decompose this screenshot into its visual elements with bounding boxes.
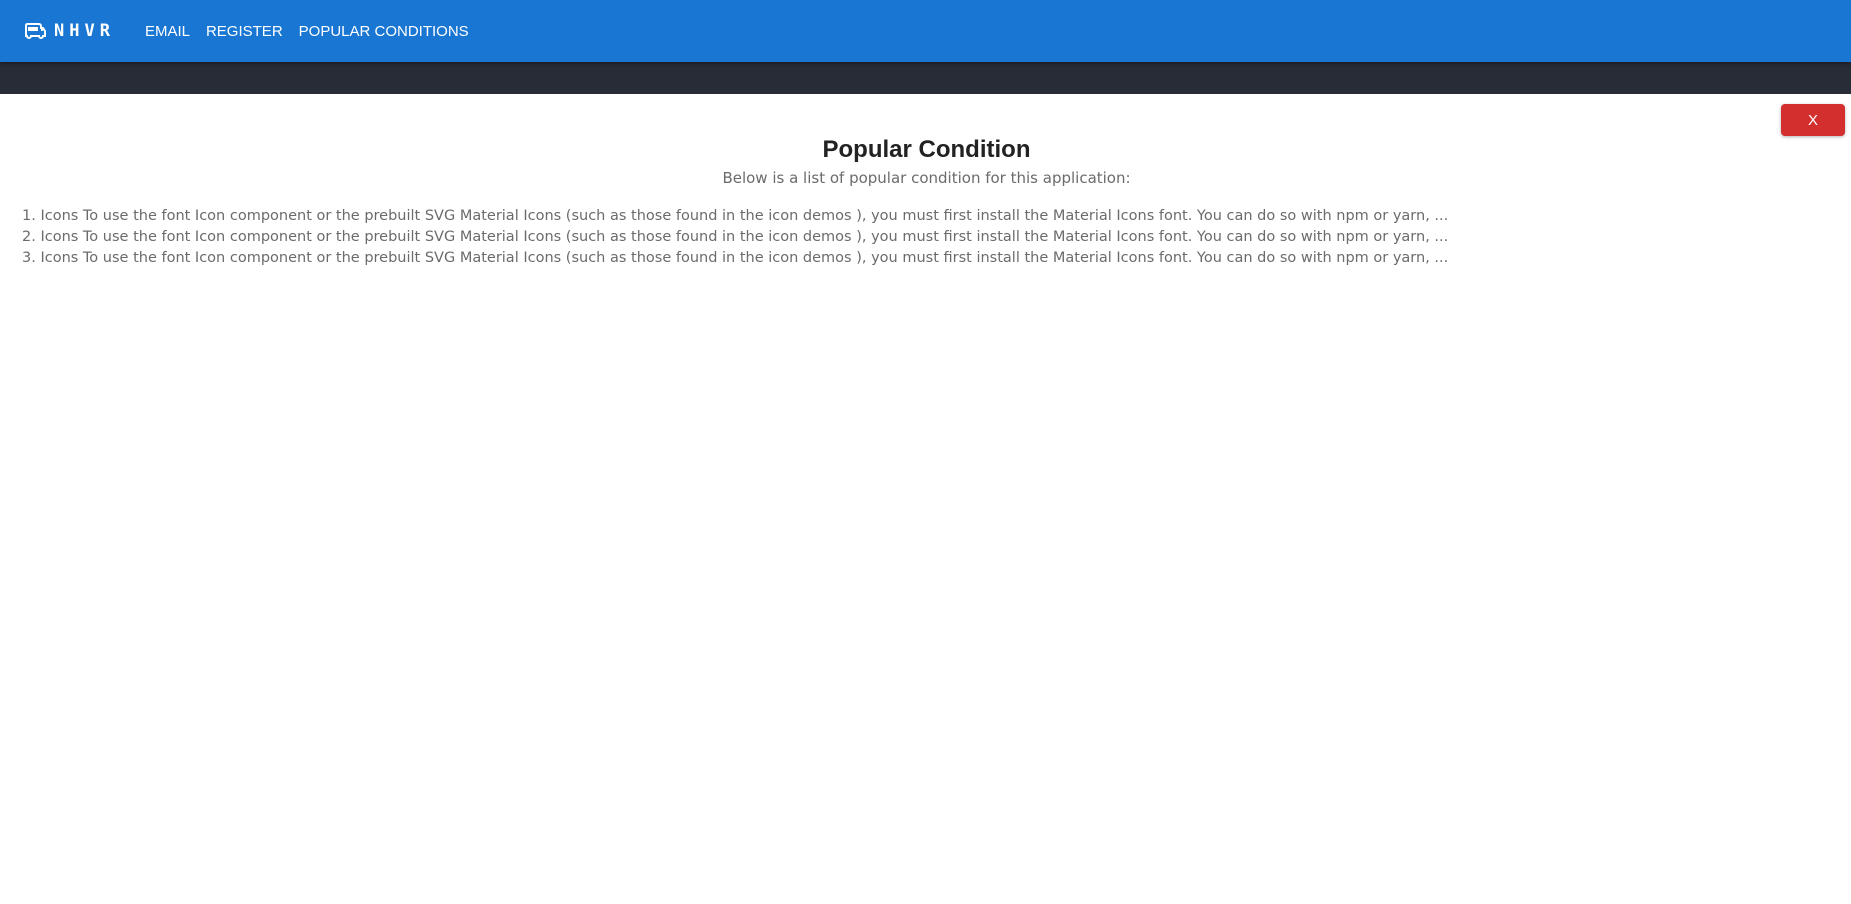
modal-backdrop[interactable] [0,62,1851,94]
list-item: 1. Icons To use the font Icon component … [22,208,1449,224]
brand-title: NHVR [54,21,115,41]
nav-item-popular-conditions[interactable]: POPULAR CONDITIONS [299,23,469,40]
list-item: 2. Icons To use the font Icon component … [22,229,1449,245]
brand[interactable]: NHVR [24,21,115,41]
nav-item-email[interactable]: EMAIL [145,23,190,40]
app-bar: NHVR EMAIL REGISTER POPULAR CONDITIONS [0,0,1851,62]
popular-condition-dialog: X Popular Condition Below is a list of p… [0,94,1851,904]
dialog-title: Popular Condition [822,136,1031,163]
bus-icon [24,22,46,40]
dialog-subtitle: Below is a list of popular condition for… [722,169,1131,187]
close-button[interactable]: X [1781,104,1845,136]
condition-list: 1. Icons To use the font Icon component … [22,206,1812,269]
main-nav: EMAIL REGISTER POPULAR CONDITIONS [145,23,485,40]
nav-item-register[interactable]: REGISTER [206,23,283,40]
list-item: 3. Icons To use the font Icon component … [22,250,1449,266]
